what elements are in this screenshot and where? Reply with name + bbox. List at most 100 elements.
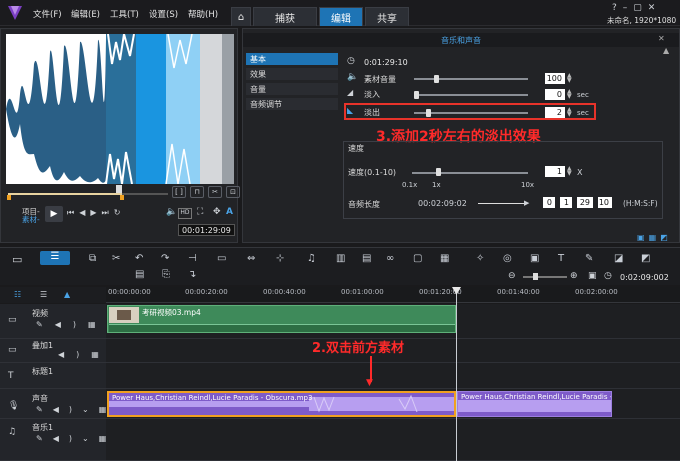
grid-icon[interactable]: ▦	[88, 320, 108, 329]
trim-mark-in[interactable]	[7, 195, 11, 200]
menu-edit[interactable]: 编辑(E)	[71, 8, 100, 20]
fade-out-spinner[interactable]: ▲ ▼	[567, 107, 572, 118]
zoom-knob[interactable]	[533, 273, 538, 280]
clip-marker-icon[interactable]: ⊓	[190, 186, 204, 198]
clip-volume-slider[interactable]	[414, 78, 528, 80]
end-icon[interactable]: ⏭	[102, 208, 114, 217]
toolbar-subtitle-icon[interactable]: ▤	[362, 253, 371, 264]
resolution-box[interactable]: HD	[178, 208, 192, 219]
toolbar-ratio-icon[interactable]: ▤	[135, 269, 144, 280]
tab-capture[interactable]: 捕获	[253, 7, 317, 26]
toolbar-track-icon[interactable]: ◎	[503, 253, 512, 264]
speed-slider[interactable]	[412, 172, 528, 174]
duration-hours[interactable]: 0	[543, 197, 555, 208]
tab-edit[interactable]: 编辑	[319, 7, 363, 26]
speed-field[interactable]: 1	[545, 166, 565, 177]
panel-layout-icon[interactable]: ▣	[637, 233, 649, 242]
fade-in-field[interactable]: 0	[545, 89, 565, 100]
edit-icon[interactable]: ✎	[36, 320, 55, 329]
zoom-out-icon[interactable]: ⊖	[508, 271, 516, 281]
restore-icon[interactable]: ▢	[633, 3, 648, 13]
edit-icon[interactable]: ✎	[36, 405, 53, 414]
mute-icon[interactable]: ◀)	[53, 405, 82, 414]
clip-volume-knob[interactable]	[434, 75, 439, 83]
screen-icon[interactable]: ✥	[213, 207, 221, 217]
toolbar-cut-icon[interactable]: ✂	[112, 253, 120, 264]
toolbar-text-icon[interactable]: T	[558, 253, 564, 264]
bracket-icon[interactable]: [ ]	[172, 186, 186, 198]
toolbar-link-icon[interactable]: ∞	[386, 253, 394, 264]
playhead-line[interactable]	[456, 287, 457, 461]
mute-icon[interactable]: ◀)	[55, 320, 88, 329]
video-clip[interactable]: 考研视频03.mp4	[107, 305, 456, 333]
menu-help[interactable]: 帮助(H)	[188, 8, 218, 20]
prev-frame-icon[interactable]: ◀	[79, 208, 90, 217]
duration-frames[interactable]: 10	[598, 197, 612, 208]
toolbar-split-icon[interactable]: ⊣	[188, 253, 197, 264]
sidebar-item-volume[interactable]: 音量	[246, 83, 338, 95]
toolbar-eq-icon[interactable]: ▥	[336, 253, 345, 264]
storyboard-view-icon[interactable]: ▭	[12, 253, 22, 266]
sidebar-item-effect[interactable]: 效果	[246, 68, 338, 80]
toolbar-fit-icon[interactable]: ⊹	[276, 253, 284, 264]
help-icon[interactable]: ?	[612, 3, 623, 13]
tab-share[interactable]: 共享	[365, 7, 409, 26]
sidebar-item-audio-adjust[interactable]: 音频调节	[246, 98, 338, 110]
panel-expand-icon[interactable]: ◩	[660, 233, 672, 242]
lane-music[interactable]	[106, 419, 680, 461]
toolbar-paint-icon[interactable]: ✎	[585, 253, 593, 264]
mute-icon[interactable]: ◀)	[53, 434, 82, 443]
volume-icon[interactable]: 🔈	[166, 207, 177, 217]
dropdown-icon[interactable]: ⌄	[82, 434, 99, 443]
scrubber-handle[interactable]	[116, 185, 122, 193]
fade-out-slider[interactable]	[414, 112, 528, 114]
zoom-in-icon[interactable]: ⊕	[570, 271, 578, 281]
toolbar-motion-icon[interactable]: ✧	[476, 253, 484, 264]
options-timecode[interactable]: 0:01:29:10	[364, 58, 408, 67]
duration-minutes[interactable]: 1	[560, 197, 572, 208]
text-tool-icon[interactable]: A	[226, 207, 233, 217]
snapshot-icon[interactable]: ⊡	[226, 186, 240, 198]
enlarge-icon[interactable]: ⛶	[197, 207, 203, 217]
toolbar-audio-mix-icon[interactable]: ♫	[307, 253, 316, 264]
toolbar-record-icon[interactable]: ◩	[641, 253, 650, 264]
toolbar-copy-icon[interactable]: ⧉	[89, 253, 96, 264]
audio-clip-2[interactable]: Power Haus,Christian Reindl,Lucie Paradi…	[457, 391, 612, 417]
audio-clip-selected[interactable]: Power Haus,Christian Reindl,Lucie Paradi…	[107, 391, 456, 417]
player-timecode[interactable]: 00:01:29:09	[178, 224, 235, 236]
toolbar-color-icon[interactable]: ◪	[614, 253, 623, 264]
fade-in-slider[interactable]	[414, 94, 528, 96]
toolbar-move-icon[interactable]: ⇔	[247, 253, 255, 264]
menu-file[interactable]: 文件(F)	[33, 8, 62, 20]
toolbar-group-icon[interactable]: ⎘	[162, 269, 170, 280]
close-icon[interactable]: ✕	[648, 3, 662, 13]
zoom-slider[interactable]	[523, 276, 567, 278]
toolbar-redo-icon[interactable]: ↷	[161, 253, 169, 264]
toolbar-undo-icon[interactable]: ↶	[135, 253, 143, 264]
fit-project-icon[interactable]: ▣	[588, 271, 597, 281]
home-tab[interactable]: ⌂	[231, 7, 251, 26]
edit-icon[interactable]: ✎	[36, 434, 53, 443]
toolbar-frame-icon[interactable]: ▢	[413, 253, 422, 264]
panel-collapse-icon[interactable]: ▲	[663, 46, 669, 55]
track-chapter-icon[interactable]: ▲	[64, 290, 70, 299]
panel-close-icon[interactable]: ✕	[658, 34, 665, 43]
mute-icon[interactable]: ◀)	[58, 350, 91, 359]
track-list-icon[interactable]: ☰	[40, 290, 47, 299]
speed-spinner[interactable]: ▲ ▼	[567, 166, 572, 177]
minimize-icon[interactable]: –	[623, 3, 634, 13]
lane-title[interactable]	[106, 363, 680, 389]
home-start-icon[interactable]: ⏮	[67, 208, 79, 217]
timeline-view-button[interactable]: ☰	[40, 251, 70, 265]
timeline-timecode[interactable]: 0:02:09:002	[620, 273, 669, 282]
next-frame-icon[interactable]: ▶	[90, 208, 101, 217]
clip-mode-label[interactable]: 素材-	[22, 214, 40, 225]
speed-knob[interactable]	[436, 168, 441, 176]
sidebar-item-basic[interactable]: 基本	[246, 53, 338, 65]
toolbar-crop-icon[interactable]: ▭	[217, 253, 226, 264]
menu-settings[interactable]: 设置(S)	[149, 8, 178, 20]
split-icon[interactable]: ✂	[208, 186, 222, 198]
duration-seconds[interactable]: 29	[577, 197, 593, 208]
fade-out-field[interactable]: 2	[545, 107, 565, 118]
repeat-icon[interactable]: ↻	[114, 208, 126, 217]
